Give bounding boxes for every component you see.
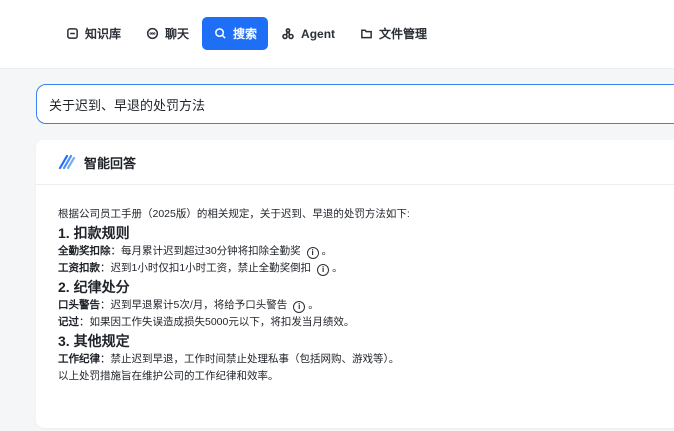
tab-label: 知识库 xyxy=(85,27,122,41)
search-box xyxy=(36,84,674,124)
item-label: 口头警告 xyxy=(58,299,100,311)
section-heading: 2. 纪律处分 xyxy=(58,279,130,295)
answer-card-header: 智能回答 xyxy=(36,140,674,185)
tab-file-management[interactable]: 文件管理 xyxy=(348,17,438,50)
item-tail: 。 xyxy=(321,245,333,257)
answer-closing: 以上处罚措施旨在维护公司的工作纪律和效率。 xyxy=(58,370,279,382)
item-label: 全勤奖扣除 xyxy=(58,245,111,257)
tab-chat[interactable]: 聊天 xyxy=(134,17,200,50)
list-item: 记过：如果因工作失误造成损失5000元以下，将扣发当月绩效。 xyxy=(58,314,658,331)
item-text: ：如果因工作失误造成损失5000元以下，将扣发当月绩效。 xyxy=(79,316,355,328)
chat-icon xyxy=(145,27,159,41)
item-label: 工资扣款 xyxy=(58,262,100,274)
item-tail: 。 xyxy=(332,262,343,274)
item-text: ：迟到1小时仅扣1小时工资，禁止全勤奖倒扣 xyxy=(100,262,312,274)
section-heading: 1. 扣款规则 xyxy=(58,225,130,241)
item-text: ：禁止迟到早退，工作时间禁止处理私事（包括网购、游戏等）。 xyxy=(100,353,400,365)
citation-info-icon[interactable]: i xyxy=(317,264,330,276)
answer-intro: 根据公司员工手册（2025版）的相关规定，关于迟到、早退的处罚方法如下: xyxy=(58,208,410,220)
list-item: 工作纪律：禁止迟到早退，工作时间禁止处理私事（包括网购、游戏等）。 xyxy=(58,351,658,368)
tab-label: 文件管理 xyxy=(379,27,428,41)
tab-knowledge-base[interactable]: 知识库 xyxy=(54,17,132,50)
folder-icon xyxy=(359,27,373,41)
citation-info-icon[interactable]: i xyxy=(306,247,319,259)
tab-label: Agent xyxy=(301,26,336,41)
tab-agent[interactable]: Agent xyxy=(270,17,346,50)
search-icon xyxy=(213,27,227,41)
item-text: ：迟到早退累计5次/月，将给予口头警告 xyxy=(100,299,288,311)
agent-icon xyxy=(281,27,295,41)
ai-sparkle-icon xyxy=(58,154,76,170)
answer-title: 智能回答 xyxy=(84,155,137,171)
tab-label: 聊天 xyxy=(165,27,190,41)
item-tail: 。 xyxy=(308,299,319,311)
list-item: 工资扣款：迟到1小时仅扣1小时工资，禁止全勤奖倒扣 i。 xyxy=(58,260,658,277)
section-heading: 3. 其他规定 xyxy=(58,333,130,349)
list-item: 全勤奖扣除：每月累计迟到超过30分钟将扣除全勤奖 i。 xyxy=(58,243,658,260)
search-input[interactable] xyxy=(37,85,674,123)
tab-label: 搜索 xyxy=(233,27,258,41)
database-icon xyxy=(65,27,79,41)
item-label: 记过 xyxy=(58,316,79,328)
list-item: 口头警告：迟到早退累计5次/月，将给予口头警告 i。 xyxy=(58,297,658,314)
citation-info-icon[interactable]: i xyxy=(293,301,306,313)
top-navigation-bar: 知识库 聊天 搜索 Agent 文件管理 xyxy=(0,0,674,69)
tab-search[interactable]: 搜索 xyxy=(202,17,269,50)
item-text: ：每月累计迟到超过30分钟将扣除全勤奖 xyxy=(110,245,301,257)
answer-body: 根据公司员工手册（2025版）的相关规定，关于迟到、早退的处罚方法如下: 1. … xyxy=(58,206,658,385)
item-label: 工作纪律 xyxy=(58,353,100,365)
answer-card: 智能回答 根据公司员工手册（2025版）的相关规定，关于迟到、早退的处罚方法如下… xyxy=(36,140,674,428)
main-nav-tabs: 知识库 聊天 搜索 Agent 文件管理 xyxy=(54,16,440,51)
